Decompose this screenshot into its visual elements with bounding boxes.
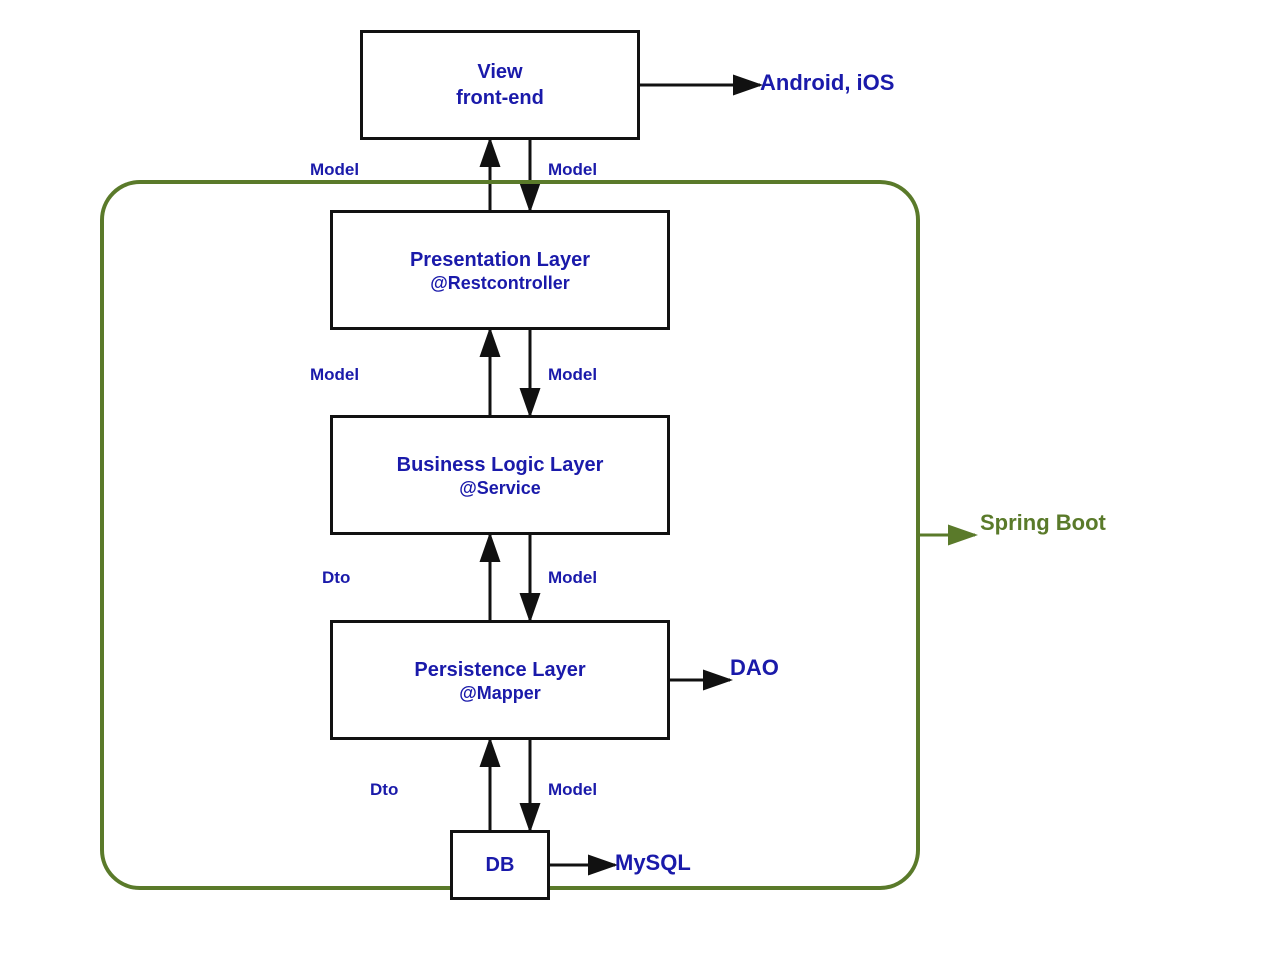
model-label-4: Model xyxy=(548,365,597,385)
db-title: DB xyxy=(486,852,515,878)
model-label-5: Model xyxy=(548,568,597,588)
android-ios-label: Android, iOS xyxy=(760,70,894,96)
view-title: View xyxy=(477,59,522,85)
db-box: DB xyxy=(450,830,550,900)
persistence-subtitle: @Mapper xyxy=(459,683,541,704)
model-label-3: Model xyxy=(310,365,359,385)
dao-label: DAO xyxy=(730,655,779,681)
business-title: Business Logic Layer xyxy=(397,452,604,478)
model-label-6: Model xyxy=(548,780,597,800)
presentation-box: Presentation Layer @Restcontroller xyxy=(330,210,670,330)
presentation-title: Presentation Layer xyxy=(410,247,590,273)
view-box: View front-end xyxy=(360,30,640,140)
diagram-container: View front-end Presentation Layer @Restc… xyxy=(0,0,1280,974)
dto-label-2: Dto xyxy=(370,780,398,800)
dto-label-1: Dto xyxy=(322,568,350,588)
model-label-2: Model xyxy=(548,160,597,180)
business-subtitle: @Service xyxy=(459,478,541,499)
persistence-box: Persistence Layer @Mapper xyxy=(330,620,670,740)
mysql-label: MySQL xyxy=(615,850,691,876)
presentation-subtitle: @Restcontroller xyxy=(430,273,570,294)
model-label-1: Model xyxy=(310,160,359,180)
spring-boot-label: Spring Boot xyxy=(980,510,1106,536)
view-subtitle: front-end xyxy=(456,85,544,111)
persistence-title: Persistence Layer xyxy=(414,657,585,683)
business-box: Business Logic Layer @Service xyxy=(330,415,670,535)
